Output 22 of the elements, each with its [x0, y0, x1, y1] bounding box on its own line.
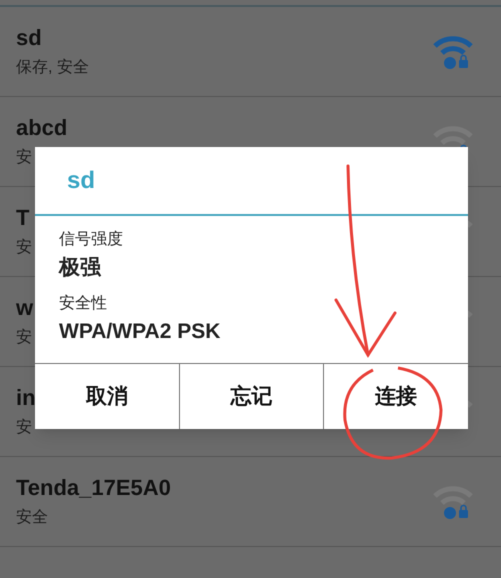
field-label: 安全性 — [59, 294, 108, 314]
network-name: w — [16, 294, 34, 322]
wifi-lock-icon — [433, 484, 473, 520]
network-status: 保存, 安全 — [16, 58, 89, 78]
field-value: WPA/WPA2 PSK — [59, 318, 222, 344]
dialog-button[interactable]: 取消 — [35, 364, 179, 429]
network-name: in — [16, 384, 36, 412]
network-status: 安 — [16, 148, 33, 168]
wifi-lock-icon — [433, 34, 473, 70]
network-name: Tenda_17E5A0 — [16, 474, 171, 502]
network-status: 安 — [16, 238, 32, 258]
field-value: 极强 — [59, 255, 102, 281]
network-name: sd — [16, 24, 43, 52]
network-status: 安全 — [16, 508, 49, 528]
dialog-button[interactable]: 连接 — [323, 364, 468, 429]
dialog-title: sd — [67, 166, 96, 196]
network-name: abcd — [16, 114, 68, 142]
network-status: 安 — [16, 418, 33, 438]
network-name: T — [16, 204, 30, 232]
dialog-button[interactable]: 忘记 — [178, 364, 324, 429]
field-label: 信号强度 — [59, 230, 124, 250]
network-status: 安 — [16, 328, 33, 348]
